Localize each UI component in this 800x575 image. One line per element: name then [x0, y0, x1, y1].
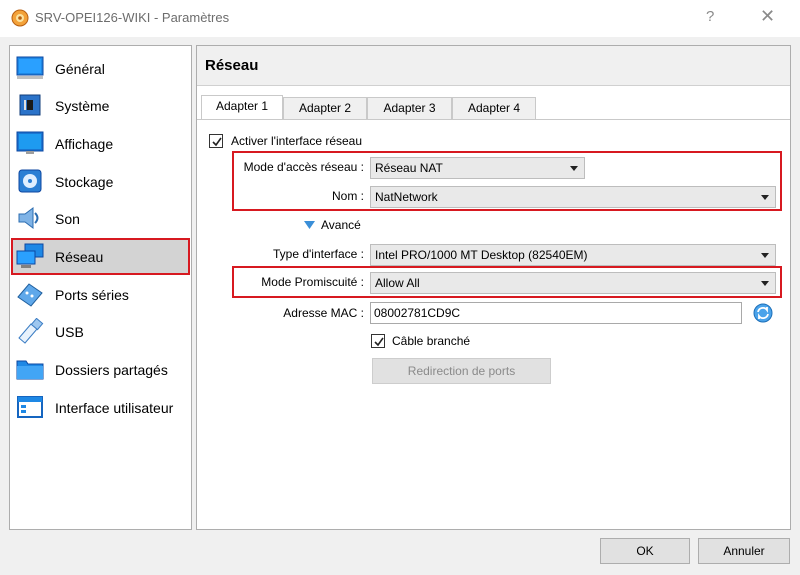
sidebar-item-label: Son	[55, 210, 80, 227]
shared-folders-icon	[16, 360, 44, 380]
panel-header: Réseau	[197, 46, 790, 86]
close-button[interactable]: ✕	[760, 6, 775, 27]
enable-interface-checkbox[interactable]	[209, 134, 223, 148]
network-name-select[interactable]: NatNetwork	[370, 186, 776, 208]
interface-type-label: Type d'interface :	[272, 247, 364, 261]
audio-icon	[18, 207, 39, 229]
sidebar-item-network[interactable]: Réseau	[11, 238, 190, 275]
sidebar-item-label: Interface utilisateur	[55, 399, 174, 416]
usb-icon	[18, 318, 44, 344]
refresh-mac-icon[interactable]	[753, 303, 773, 323]
storage-icon	[18, 169, 42, 193]
chevron-down-icon	[761, 195, 769, 200]
advanced-toggle[interactable]: Avancé	[304, 218, 384, 234]
virtualbox-app-icon	[11, 9, 29, 27]
sidebar-item-label: Stockage	[55, 173, 114, 190]
checkmark-icon	[212, 137, 222, 147]
chevron-down-icon	[761, 253, 769, 258]
sidebar-item-label: Ports séries	[55, 286, 129, 303]
access-mode-label: Mode d'accès réseau :	[243, 160, 364, 174]
window-title: SRV-OPEI126-WIKI - Paramètres	[35, 10, 230, 25]
cable-connected-label: Câble branché	[392, 334, 471, 348]
sidebar-item-general[interactable]: Général	[11, 50, 190, 87]
cancel-button[interactable]: Annuler	[698, 538, 790, 564]
access-mode-value: Réseau NAT	[375, 161, 443, 175]
sidebar-item-label: Général	[55, 60, 105, 77]
sidebar-item-label: Réseau	[55, 248, 104, 265]
chevron-down-icon	[761, 281, 769, 286]
sidebar-item-shared-folders[interactable]: Dossiers partagés	[11, 351, 190, 388]
tab-adapter-1[interactable]: Adapter 1	[201, 95, 283, 120]
sidebar-item-label: Affichage	[55, 135, 114, 152]
mac-address-value: 08002781CD9C	[374, 306, 461, 320]
display-icon	[16, 131, 44, 154]
sidebar-item-label: Système	[55, 97, 110, 114]
mac-address-input[interactable]: 08002781CD9C	[370, 302, 742, 324]
access-mode-select[interactable]: Réseau NAT	[370, 157, 585, 179]
title-bar: SRV-OPEI126-WIKI - Paramètres ? ✕	[0, 0, 800, 37]
sidebar-item-display[interactable]: Affichage	[11, 125, 190, 162]
chevron-down-icon	[570, 166, 578, 171]
sidebar-item-usb[interactable]: USB	[11, 313, 190, 350]
advanced-label: Avancé	[321, 218, 361, 232]
adapter-1-content: Activer l'interface réseau Mode d'accès …	[197, 119, 790, 529]
page-title: Réseau	[205, 57, 259, 74]
triangle-down-icon	[304, 221, 315, 229]
sidebar-item-serial-ports[interactable]: Ports séries	[11, 276, 190, 313]
name-label: Nom :	[331, 189, 364, 203]
mac-address-label: Adresse MAC :	[283, 306, 364, 320]
serial-ports-icon	[17, 283, 43, 307]
tab-adapter-4[interactable]: Adapter 4	[452, 97, 536, 119]
network-name-value: NatNetwork	[375, 190, 438, 204]
help-button[interactable]: ?	[706, 8, 714, 25]
tab-adapter-3[interactable]: Adapter 3	[367, 97, 452, 119]
sidebar-item-storage[interactable]: Stockage	[11, 163, 190, 200]
enable-interface-label: Activer l'interface réseau	[231, 134, 363, 148]
tab-adapter-2[interactable]: Adapter 2	[283, 97, 367, 119]
user-interface-icon	[17, 396, 43, 418]
promiscuous-mode-label: Mode Promiscuité :	[261, 275, 364, 289]
sidebar-item-label: Dossiers partagés	[55, 361, 168, 378]
sidebar-item-audio[interactable]: Son	[11, 200, 190, 237]
adapter-tabs: Adapter 1 Adapter 2 Adapter 3 Adapter 4	[197, 95, 790, 120]
general-icon	[16, 56, 44, 79]
interface-type-select[interactable]: Intel PRO/1000 MT Desktop (82540EM)	[370, 244, 776, 266]
checkmark-icon	[374, 337, 384, 347]
sidebar-item-user-interface[interactable]: Interface utilisateur	[11, 389, 190, 426]
network-icon	[16, 243, 44, 268]
sidebar-item-system[interactable]: Système	[11, 87, 190, 124]
network-settings-panel: Réseau Adapter 1 Adapter 2 Adapter 3 Ada…	[196, 45, 791, 530]
port-forwarding-button[interactable]: Redirection de ports	[372, 358, 551, 384]
settings-sidebar: Général Système Affichage Stockage Son R…	[9, 45, 192, 530]
ok-button[interactable]: OK	[600, 538, 690, 564]
interface-type-value: Intel PRO/1000 MT Desktop (82540EM)	[375, 248, 588, 262]
system-icon	[19, 94, 41, 116]
promiscuous-mode-select[interactable]: Allow All	[370, 272, 776, 294]
promiscuous-mode-value: Allow All	[375, 276, 420, 290]
cable-connected-checkbox[interactable]	[371, 334, 385, 348]
sidebar-item-label: USB	[55, 323, 84, 340]
